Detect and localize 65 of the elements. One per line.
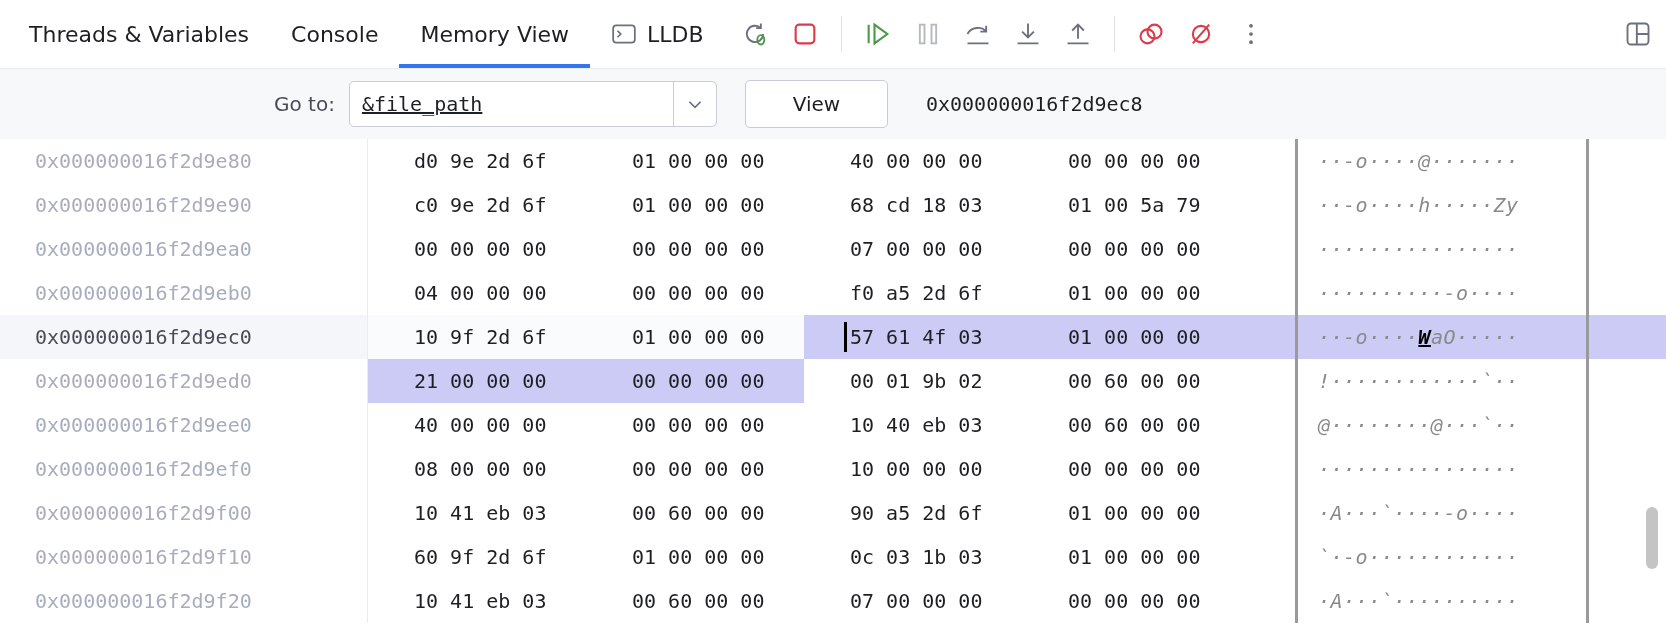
goto-combobox[interactable]: &file_path — [348, 81, 717, 127]
hex-cell[interactable]: 00 00 00 00 — [586, 447, 804, 491]
hex-cell[interactable]: 01 00 00 00 — [586, 535, 804, 579]
tab[interactable]: LLDB — [590, 0, 725, 68]
ascii-cell[interactable]: ··-o····WaO····· — [1295, 315, 1589, 359]
hex-cell[interactable]: c0 9e 2d 6f — [368, 183, 586, 227]
address-cell: 0x000000016f2d9e90 — [0, 183, 368, 227]
address-cell: 0x000000016f2d9ea0 — [0, 227, 368, 271]
hex-cell[interactable]: 68 cd 18 03 — [804, 183, 1022, 227]
hex-cell[interactable]: 00 00 00 00 — [1022, 447, 1240, 491]
view-button[interactable]: View — [744, 80, 888, 128]
current-address: 0x000000016f2d9ec8 — [925, 92, 1143, 116]
hex-cell[interactable]: 10 41 eb 03 — [368, 491, 586, 535]
hex-cell[interactable]: d0 9e 2d 6f — [368, 139, 586, 183]
hex-cell[interactable]: 00 60 00 00 — [586, 491, 804, 535]
hex-cell[interactable]: 00 00 00 00 — [1022, 579, 1240, 623]
tab[interactable]: Console — [270, 0, 400, 68]
address-cell: 0x000000016f2d9ec0 — [0, 315, 368, 359]
hex-cell[interactable]: 01 00 00 00 — [586, 139, 804, 183]
address-cell: 0x000000016f2d9f10 — [0, 535, 368, 579]
hex-cell[interactable]: 07 00 00 00 — [804, 579, 1022, 623]
layout-icon[interactable] — [1624, 20, 1652, 48]
hex-cell[interactable]: f0 a5 2d 6f — [804, 271, 1022, 315]
address-cell: 0x000000016f2d9f20 — [0, 579, 368, 623]
hex-cell[interactable]: 90 a5 2d 6f — [804, 491, 1022, 535]
scrollbar-thumb[interactable] — [1646, 507, 1658, 569]
goto-label: Go to: — [274, 92, 335, 116]
hex-cell[interactable]: 07 00 00 00 — [804, 227, 1022, 271]
hex-cell[interactable]: 00 60 00 00 — [1022, 403, 1240, 447]
hex-cell[interactable]: 10 9f 2d 6f — [368, 315, 586, 359]
address-cell: 0x000000016f2d9f00 — [0, 491, 368, 535]
hex-cell[interactable]: 01 00 00 00 — [586, 315, 804, 359]
hex-cell[interactable]: 10 00 00 00 — [804, 447, 1022, 491]
hex-cell[interactable]: 00 00 00 00 — [586, 227, 804, 271]
hex-cell[interactable]: 00 00 00 00 — [1022, 227, 1240, 271]
address-cell: 0x000000016f2d9e80 — [0, 139, 368, 183]
hex-cell[interactable]: 01 00 00 00 — [586, 183, 804, 227]
hex-cell[interactable]: 40 00 00 00 — [368, 403, 586, 447]
address-cell: 0x000000016f2d9ee0 — [0, 403, 368, 447]
hex-cell[interactable]: 21 00 00 00 — [368, 359, 586, 403]
hex-cell[interactable]: 01 00 00 00 — [1022, 271, 1240, 315]
hex-cell[interactable]: 00 00 00 00 — [1022, 139, 1240, 183]
hex-cell[interactable]: 00 00 00 00 — [586, 271, 804, 315]
tab[interactable]: Threads & Variables — [8, 0, 271, 68]
hex-cell[interactable]: 00 00 00 00 — [368, 227, 586, 271]
hex-cell[interactable]: 00 00 00 00 — [586, 359, 804, 403]
hex-cell[interactable]: 00 01 9b 02 — [804, 359, 1022, 403]
hex-cell[interactable]: 01 00 00 00 — [1022, 315, 1240, 359]
hex-cell[interactable]: 01 00 00 00 — [1022, 535, 1240, 579]
hex-cell[interactable]: 60 9f 2d 6f — [368, 535, 586, 579]
hex-cell[interactable]: 00 60 00 00 — [1022, 359, 1240, 403]
hex-cell[interactable]: 08 00 00 00 — [368, 447, 586, 491]
hex-cell[interactable]: 00 00 00 00 — [586, 403, 804, 447]
hex-cell[interactable]: 10 41 eb 03 — [368, 579, 586, 623]
address-cell: 0x000000016f2d9ef0 — [0, 447, 368, 491]
hex-cell[interactable]: 04 00 00 00 — [368, 271, 586, 315]
hex-cell[interactable]: 01 00 5a 79 — [1022, 183, 1240, 227]
row-highlight — [1240, 315, 1295, 359]
hex-cell[interactable]: 57 61 4f 03 — [804, 315, 1022, 359]
hex-cell[interactable]: 40 00 00 00 — [804, 139, 1022, 183]
hex-cell[interactable]: 00 60 00 00 — [586, 579, 804, 623]
hex-cell[interactable]: 01 00 00 00 — [1022, 491, 1240, 535]
terminal-icon — [611, 21, 638, 47]
hex-cell[interactable]: 0c 03 1b 03 — [804, 535, 1022, 579]
hex-cell[interactable]: 10 40 eb 03 — [804, 403, 1022, 447]
